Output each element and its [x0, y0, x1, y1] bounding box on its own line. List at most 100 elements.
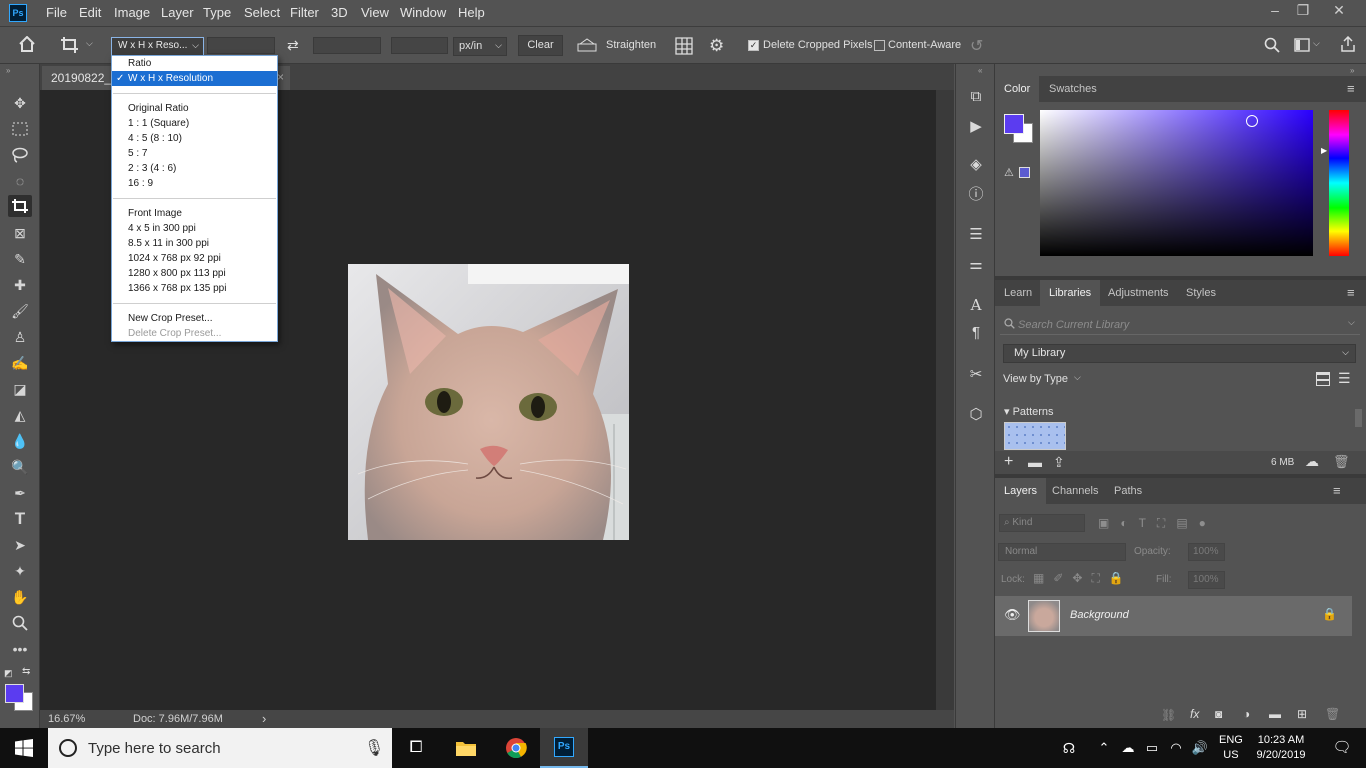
websafe-swatch[interactable]: [1019, 167, 1030, 178]
color-field[interactable]: [1040, 110, 1313, 256]
opacity-field[interactable]: 100%: [1188, 543, 1225, 561]
panel-menu-icon[interactable]: ≡: [1347, 81, 1355, 96]
task-view-icon[interactable]: ⧠: [392, 728, 440, 768]
fx-icon[interactable]: fx: [1190, 707, 1199, 721]
clock[interactable]: 10:23 AM 9/20/2019: [1252, 733, 1310, 763]
tab-libraries[interactable]: Libraries: [1040, 280, 1101, 306]
dodge-tool-icon[interactable]: 🔍: [8, 456, 32, 478]
clear-button[interactable]: Clear: [518, 35, 563, 56]
fill-field[interactable]: 100%: [1188, 571, 1225, 589]
link-layers-icon[interactable]: ⛓: [1161, 708, 1176, 722]
wifi-icon[interactable]: ◠: [1164, 728, 1188, 768]
document-image[interactable]: [348, 264, 629, 540]
layer-filter-icons[interactable]: ▣◐T⛶▤●: [1098, 516, 1217, 531]
new-crop-preset[interactable]: New Crop Preset...: [112, 311, 277, 326]
notification-center-icon[interactable]: 🗨: [1318, 728, 1366, 768]
menu-3d[interactable]: 3D: [331, 5, 348, 20]
photoshop-taskbar-icon[interactable]: Ps: [540, 728, 588, 768]
tab-adjustments[interactable]: Adjustments: [1099, 280, 1178, 306]
content-aware-label[interactable]: Content-Aware: [888, 39, 961, 51]
tab-styles[interactable]: Styles: [1177, 280, 1225, 306]
list-view-icon[interactable]: ☰: [1338, 370, 1351, 387]
brush-settings-icon[interactable]: ☰: [964, 224, 988, 246]
straighten-label[interactable]: Straighten: [606, 39, 656, 51]
brush-tool-icon[interactable]: 🖌: [8, 300, 32, 322]
height-field[interactable]: [313, 37, 381, 54]
workspace-chevron-icon[interactable]: ⌵: [1313, 38, 1320, 49]
menu-select[interactable]: Select: [244, 5, 280, 20]
swap-colors-icon[interactable]: ⇆: [22, 666, 30, 677]
overlay-grid-icon[interactable]: [675, 37, 693, 55]
restore-button[interactable]: ❐: [1286, 0, 1320, 22]
crop-tool-icon[interactable]: [60, 36, 80, 54]
preset-1024x768[interactable]: 1024 x 768 px 92 ppi: [112, 251, 277, 266]
lock-options-icons[interactable]: ▦✐✥⛶🔒: [1033, 571, 1133, 586]
taskbar-search-box[interactable]: Type here to search 🎙: [48, 728, 392, 768]
whres-option-selected[interactable]: ✓ W x H x Resolution: [112, 71, 277, 86]
collapse-panels-icon[interactable]: »: [1350, 66, 1354, 75]
pen-tool-icon[interactable]: ✒: [8, 482, 32, 504]
default-colors-icon[interactable]: ◩: [4, 668, 13, 679]
preset-1366x768[interactable]: 1366 x 768 px 135 ppi: [112, 281, 277, 296]
gear-icon[interactable]: ⚙: [709, 36, 724, 56]
library-search-field[interactable]: Search Current Library ⌵: [1000, 315, 1360, 335]
menu-file[interactable]: File: [46, 5, 67, 20]
preset-2-3[interactable]: 2 : 3 (4 : 6): [112, 161, 277, 176]
microphone-icon[interactable]: 🎙: [364, 738, 384, 758]
battery-icon[interactable]: ▭: [1140, 728, 1164, 768]
status-chevron-icon[interactable]: ›: [262, 711, 266, 726]
crop-preset-select[interactable]: W x H x Reso... ⌵: [111, 37, 204, 56]
preset-1280x800[interactable]: 1280 x 800 px 113 ppi: [112, 266, 277, 281]
chrome-icon[interactable]: [492, 728, 540, 768]
type-tool-icon[interactable]: T: [8, 508, 32, 530]
preset-5-7[interactable]: 5 : 7: [112, 146, 277, 161]
foreground-color-swatch[interactable]: [5, 684, 24, 703]
reset-icon[interactable]: ↺: [970, 36, 983, 56]
panel-menu-icon[interactable]: ≡: [1333, 483, 1341, 498]
tab-color[interactable]: Color: [995, 76, 1040, 102]
zoom-tool-icon[interactable]: [8, 612, 32, 634]
language-indicator[interactable]: ENG US: [1219, 733, 1243, 763]
group-folder-icon[interactable]: ▬: [1269, 707, 1281, 721]
preset-8-5x11-in[interactable]: 8.5 x 11 in 300 ppi: [112, 236, 277, 251]
preset-1-1[interactable]: 1 : 1 (Square): [112, 116, 277, 131]
preset-original-ratio[interactable]: Original Ratio: [112, 101, 277, 116]
show-hidden-icons-icon[interactable]: ⌃: [1092, 728, 1116, 768]
preset-16-9[interactable]: 16 : 9: [112, 176, 277, 191]
close-window-button[interactable]: ✕: [1322, 0, 1356, 22]
hand-tool-icon[interactable]: ✋: [8, 586, 32, 608]
collapse-dock-icon[interactable]: «: [978, 66, 982, 75]
menu-layer[interactable]: Layer: [161, 5, 194, 20]
layer-kind-filter[interactable]: ⌕ Kind: [999, 514, 1085, 532]
3d-cube-icon[interactable]: ⬡: [964, 404, 988, 426]
tab-channels[interactable]: Channels: [1043, 478, 1107, 504]
tool-preset-chevron-icon[interactable]: ⌵: [86, 38, 93, 49]
volume-icon[interactable]: 🔊: [1188, 728, 1212, 768]
delete-cropped-checkbox[interactable]: ✓: [748, 40, 759, 51]
trash-icon[interactable]: 🗑: [1333, 454, 1350, 470]
home-icon[interactable]: [18, 36, 36, 52]
menu-edit[interactable]: Edit: [79, 5, 101, 20]
pattern-thumbnail[interactable]: [1004, 422, 1066, 450]
add-icon[interactable]: +: [1004, 453, 1013, 471]
color-panel-fg-swatch[interactable]: [1004, 114, 1024, 134]
windows-start-icon[interactable]: [0, 728, 48, 768]
history-brush-tool-icon[interactable]: ✍: [8, 352, 32, 374]
swap-icon[interactable]: ⇄: [287, 37, 299, 54]
crop-tool-active-icon[interactable]: [8, 195, 32, 217]
preset-4-5[interactable]: 4 : 5 (8 : 10): [112, 131, 277, 146]
ratio-option[interactable]: Ratio: [112, 56, 277, 71]
quick-selection-tool-icon[interactable]: ◌: [8, 170, 32, 192]
grid-view-icon[interactable]: [1316, 372, 1330, 386]
more-tools-icon[interactable]: •••: [8, 638, 32, 660]
blend-mode-select[interactable]: Normal: [998, 543, 1126, 561]
tab-swatches[interactable]: Swatches: [1040, 76, 1106, 102]
preset-front-image[interactable]: Front Image: [112, 206, 277, 221]
width-field[interactable]: [207, 37, 275, 54]
tool-presets-icon[interactable]: ✂: [964, 364, 988, 386]
resolution-field[interactable]: [391, 37, 448, 54]
tab-layers[interactable]: Layers: [995, 478, 1047, 504]
path-selection-tool-icon[interactable]: ➤: [8, 534, 32, 556]
library-scrollbar[interactable]: [1355, 409, 1362, 427]
actions-play-icon[interactable]: ▶: [964, 116, 988, 138]
